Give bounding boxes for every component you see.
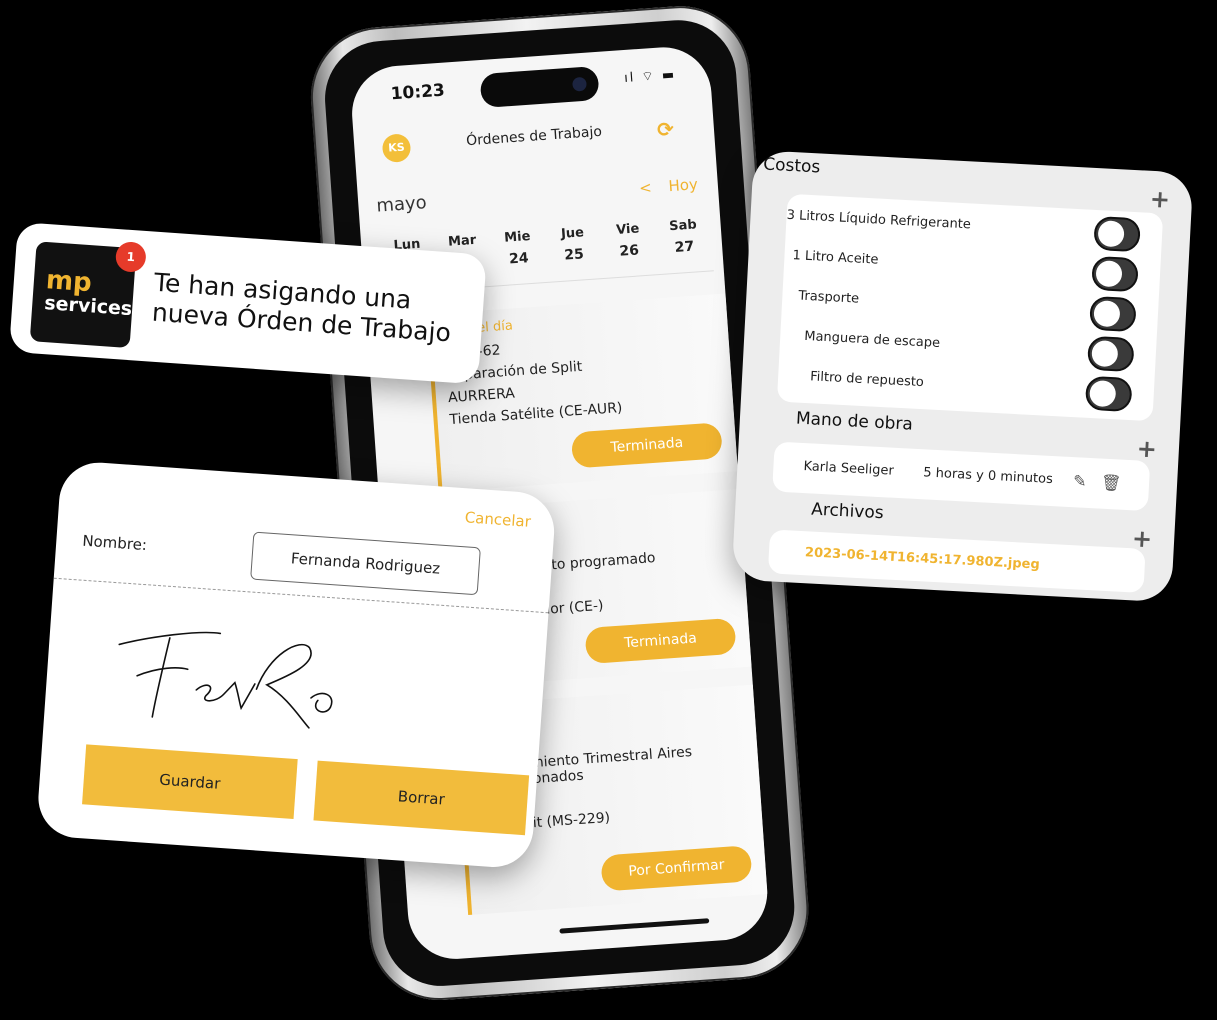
day-number: 27 — [674, 238, 695, 256]
costs-card: Costos + 3 Litros Líquido Refrigerante 1… — [731, 150, 1194, 603]
toggle-knob — [1091, 339, 1119, 368]
trash-icon[interactable]: 🗑 — [1101, 473, 1122, 493]
clear-button[interactable]: Borrar — [313, 760, 530, 836]
day-name: Mar — [447, 232, 477, 250]
logo-text-services: services — [43, 292, 133, 321]
day-name: Vie — [615, 221, 640, 238]
cost-item-label: Filtro de repuesto — [809, 369, 925, 391]
day-cell[interactable]: Mie 24 — [489, 228, 548, 286]
camera-icon — [572, 76, 587, 92]
costs-panel: 3 Litros Líquido Refrigerante 1 Litro Ac… — [776, 193, 1164, 422]
add-labor-plus-icon[interactable]: + — [1136, 434, 1158, 463]
add-cost-plus-icon[interactable]: + — [1149, 185, 1171, 214]
cost-toggle[interactable] — [1086, 335, 1135, 373]
files-panel: 2023-06-14T16:45:17.980Z.jpeg — [767, 529, 1146, 593]
signature-stroke — [118, 631, 333, 729]
costs-title: Costos — [762, 154, 821, 178]
chevron-left-icon[interactable]: < — [639, 178, 653, 197]
cost-item-label: Manguera de escape — [803, 328, 941, 351]
name-field[interactable] — [250, 531, 481, 596]
order-status-button[interactable]: Terminada — [584, 617, 737, 665]
file-link[interactable]: 2023-06-14T16:45:17.980Z.jpeg — [805, 545, 1040, 572]
order-status-button[interactable]: Por Confirmar — [600, 845, 753, 892]
order-status-button[interactable]: Terminada — [570, 422, 723, 469]
labor-name: Karla Seeliger — [803, 459, 895, 479]
day-cell[interactable]: Vie 26 — [600, 220, 659, 278]
files-title: Archivos — [810, 499, 885, 524]
logo-text-mp: mp — [44, 265, 93, 299]
day-number: 25 — [563, 246, 585, 264]
app-header: KS Órdenes de Trabajo ⟳ — [353, 108, 716, 183]
day-cell[interactable]: Jue 25 — [544, 224, 603, 282]
signature-pad[interactable] — [104, 604, 392, 743]
save-button[interactable]: Guardar — [82, 744, 298, 820]
signal-wifi-battery-icon: ıl ⌔ ▬ — [623, 67, 677, 87]
pencil-icon[interactable]: ✎ — [1073, 471, 1087, 491]
cost-item-label: 1 Litro Aceite — [792, 248, 879, 268]
cost-toggle[interactable] — [1089, 295, 1137, 333]
refresh-icon[interactable]: ⟳ — [656, 117, 674, 142]
cost-item-label: 3 Litros Líquido Refrigerante — [786, 207, 972, 233]
day-name: Sab — [668, 217, 698, 235]
cancel-button[interactable]: Cancelar — [464, 508, 531, 531]
toggle-knob — [1097, 220, 1125, 248]
calendar-nav: < Hoy — [627, 175, 699, 198]
notification-message: Te han asigando una nueva Órden de Traba… — [151, 267, 452, 348]
cost-item-label: Trasporte — [798, 288, 860, 307]
cost-toggle[interactable] — [1093, 215, 1141, 253]
toggle-knob — [1095, 260, 1123, 288]
day-number: 24 — [508, 250, 530, 268]
labor-title: Mano de obra — [795, 408, 914, 435]
status-time: 10:23 — [390, 80, 446, 105]
signature-card: Cancelar Nombre: Guardar Borrar — [35, 460, 557, 870]
cost-toggle[interactable] — [1091, 255, 1139, 293]
cost-toggle[interactable] — [1084, 375, 1133, 413]
toggle-knob — [1089, 379, 1117, 408]
labor-time: 5 horas y 0 minutos — [922, 465, 1054, 488]
day-name: Jue — [560, 225, 585, 242]
today-button[interactable]: Hoy — [668, 175, 699, 195]
toggle-knob — [1093, 300, 1121, 328]
name-label: Nombre: — [81, 531, 148, 555]
dynamic-island — [479, 65, 600, 109]
day-cell[interactable]: Sab 27 — [655, 216, 714, 274]
day-name: Mie — [503, 229, 531, 246]
day-number: 26 — [618, 242, 640, 260]
calendar-month: mayo — [375, 192, 428, 217]
